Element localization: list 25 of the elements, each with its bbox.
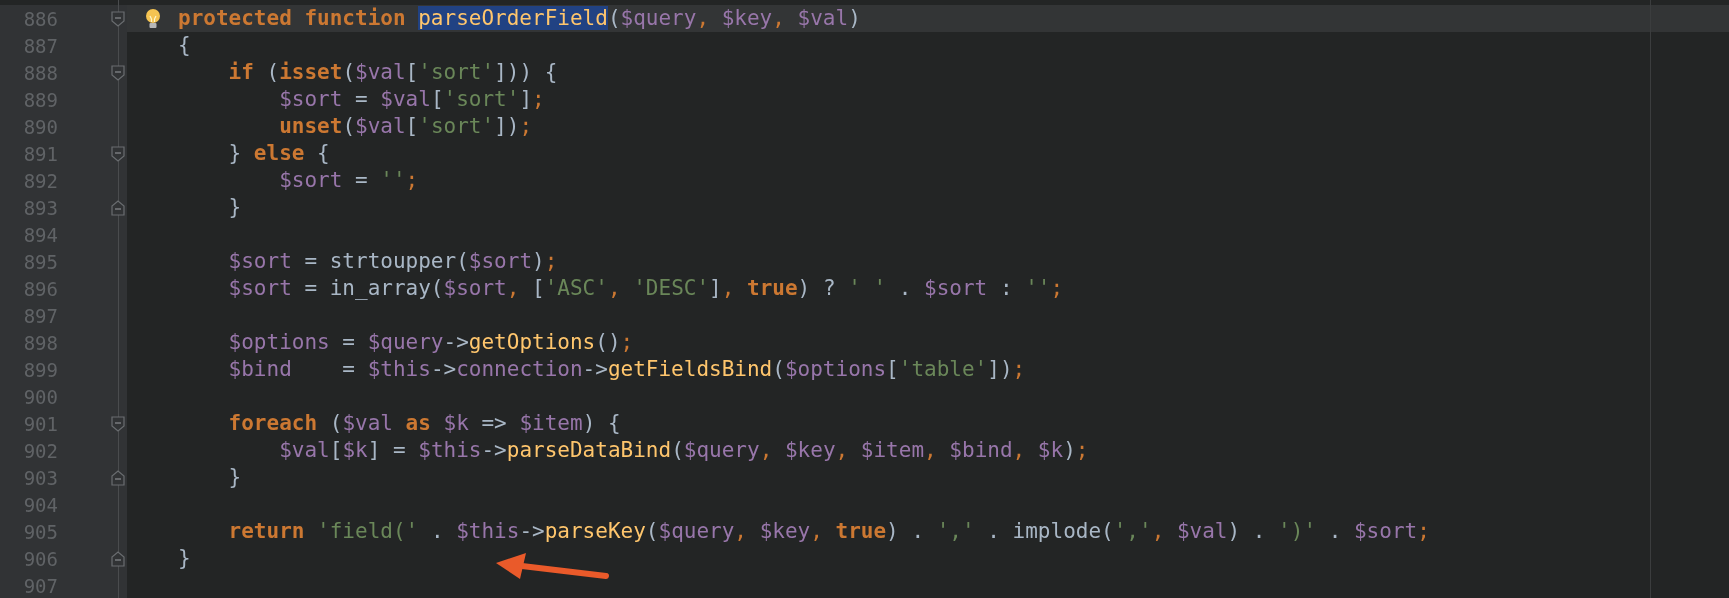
code-line: } <box>227 464 242 491</box>
code-line: $sort = in_array($sort, ['ASC', 'DESC'], true) ? ' ' . $sort : ''; <box>227 275 1064 302</box>
code-line: } else { <box>227 140 330 167</box>
code-line: foreach ($val as $k => $item) { <box>227 410 621 437</box>
code-line: { <box>178 32 191 59</box>
lightbulb-icon[interactable] <box>144 7 161 30</box>
fold-icon[interactable] <box>111 64 125 81</box>
fold-icon[interactable] <box>111 145 125 162</box>
code-line: $sort = ''; <box>278 167 419 194</box>
code-line: $sort = $val['sort']; <box>278 86 545 113</box>
code-line: } <box>227 194 242 221</box>
fold-icon[interactable] <box>111 415 125 432</box>
code-line: unset($val['sort']); <box>278 113 533 140</box>
code-line: } <box>178 545 191 572</box>
fold-icon[interactable] <box>111 10 125 27</box>
code-line: return 'field(' . $this->parseKey($query, $key, true) . ',' . implode(',', $val) . ')' . $sort; <box>227 518 1430 545</box>
code-line: $sort = strtoupper($sort); <box>227 248 558 275</box>
code-line: if (isset($val['sort'])) { <box>227 59 558 86</box>
code-line: protected function parseOrderField($query, $key, $val) <box>178 5 861 32</box>
fold-icon[interactable] <box>111 550 125 567</box>
fold-icon[interactable] <box>111 469 125 486</box>
fold-icon[interactable] <box>111 199 125 216</box>
code-line: $bind = $this->connection->getFieldsBind($options['table']); <box>227 356 1026 383</box>
code-line: $val[$k] = $this->parseDataBind($query, $key, $item, $bind, $k); <box>278 437 1089 464</box>
code-line: $options = $query->getOptions(); <box>227 329 634 356</box>
